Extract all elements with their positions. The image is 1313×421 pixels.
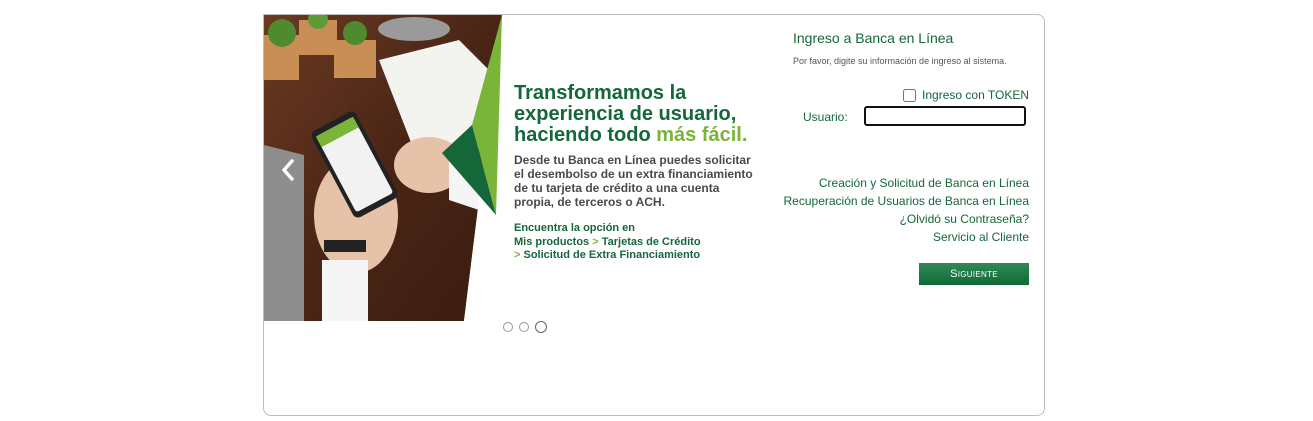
carousel-indicators	[503, 321, 547, 333]
carousel-prev-button[interactable]	[278, 155, 298, 185]
token-option[interactable]: Ingreso con TOKEN	[903, 88, 1029, 102]
link-recover-users[interactable]: Recuperación de Usuarios de Banca en Lín…	[784, 192, 1030, 210]
link-create-online-banking[interactable]: Creación y Solicitud de Banca en Línea	[784, 174, 1029, 192]
promo-path: Encuentra la opción en Mis productos > T…	[514, 222, 754, 263]
next-button[interactable]: Siguiente	[919, 263, 1029, 285]
chevron-left-icon	[282, 159, 294, 181]
link-customer-service[interactable]: Servicio al Cliente	[784, 228, 1029, 246]
token-checkbox[interactable]	[903, 88, 917, 102]
help-links: Creación y Solicitud de Banca en Línea R…	[784, 174, 1030, 246]
promo-path-separator: >	[514, 249, 521, 261]
token-label: Ingreso con TOKEN	[922, 88, 1029, 102]
promo-path-step-2: Tarjetas de Crédito	[601, 235, 701, 248]
promo-path-step-3: Solicitud de Extra Financiamiento	[523, 249, 701, 261]
promo-path-intro: Encuentra la opción en	[514, 222, 636, 234]
carousel-dot-1[interactable]	[503, 322, 513, 332]
login-subtitle: Por favor, digite su información de ingr…	[793, 56, 1007, 66]
promo-title-line-3: haciendo todo	[514, 124, 657, 146]
promo-body: Desde tu Banca en Línea puedes solicitar…	[514, 153, 753, 209]
carousel-dot-2[interactable]	[519, 322, 529, 332]
username-label: Usuario:	[803, 110, 848, 124]
login-panel: Transformamos la experiencia de usuario,…	[263, 14, 1045, 416]
promo-title-line-1: Transformamos la	[514, 82, 687, 104]
next-button-label: Siguiente	[950, 268, 998, 280]
promo-title-line-2: experiencia de usuario,	[514, 103, 737, 125]
username-input[interactable]	[864, 106, 1026, 126]
promo-path-separator: >	[592, 235, 599, 248]
promo-title: Transformamos la experiencia de usuario,…	[514, 83, 754, 146]
promo-title-highlight: más fácil.	[656, 124, 748, 146]
link-forgot-password[interactable]: ¿Olvidó su Contraseña?	[784, 210, 1029, 228]
promo-path-step-1: Mis productos	[514, 235, 590, 248]
carousel-dot-3[interactable]	[535, 321, 547, 333]
promo-banner: Transformamos la experiencia de usuario,…	[264, 15, 754, 321]
login-title: Ingreso a Banca en Línea	[793, 30, 954, 46]
